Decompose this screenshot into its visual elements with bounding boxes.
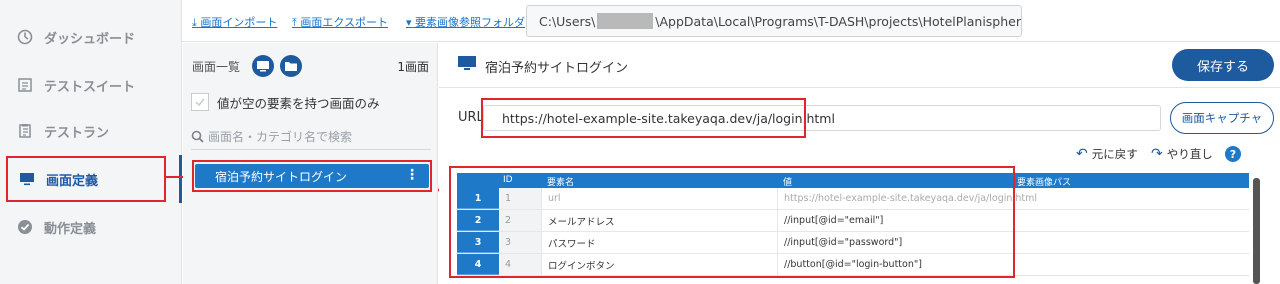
element-name-cell[interactable]: ログインボタン bbox=[541, 254, 777, 275]
nav-item-dashboard[interactable]: ダッシュボード bbox=[6, 14, 166, 60]
element-name-cell[interactable]: url bbox=[541, 188, 777, 209]
screen-count: 1画面 bbox=[397, 60, 429, 74]
table-row[interactable]: 2 2 メールアドレス //input[@id="email"] bbox=[457, 210, 1249, 232]
export-screen-link[interactable]: ⤒ 画面エクスポート bbox=[292, 14, 388, 30]
row-number: 2 bbox=[457, 210, 499, 231]
download-icon: ⤓ bbox=[192, 16, 197, 29]
undo-label: 元に戻す bbox=[1091, 147, 1138, 161]
screen-list-item[interactable]: 宿泊予約サイトログイン ⋮ bbox=[195, 164, 429, 188]
folder-add-icon bbox=[285, 62, 297, 71]
monitor-icon bbox=[18, 170, 36, 188]
top-toolbar: ⤓ 画面インポート ⤒ 画面エクスポート ▾ 要素画像参照フォルダ C:\Use… bbox=[182, 0, 1280, 42]
search-placeholder: 画面名・カテゴリ名で検索 bbox=[208, 130, 353, 144]
screen-list-panel: 画面一覧 1画面 値が空の要素を持つ画面のみ 画面名・カテゴリ名で検索 宿泊予約… bbox=[183, 43, 438, 284]
test-suite-icon bbox=[16, 76, 34, 94]
export-label: 画面エクスポート bbox=[300, 16, 389, 29]
more-vertical-icon[interactable]: ⋮ bbox=[405, 167, 419, 183]
divider bbox=[439, 87, 1280, 88]
column-header-image-path[interactable]: 要素画像パス bbox=[1017, 175, 1071, 188]
nav-item-test-run[interactable]: テストラン bbox=[6, 108, 166, 154]
element-name-cell[interactable]: パスワード bbox=[541, 232, 777, 253]
left-navigation: ダッシュボード テストスイート テストラン 画面定義 動作定義 bbox=[0, 0, 182, 284]
screen-item-label: 宿泊予約サイトログイン bbox=[215, 169, 348, 184]
undo-button[interactable]: ↶ 元に戻す bbox=[1076, 146, 1138, 162]
dashboard-icon bbox=[16, 28, 34, 46]
upload-icon: ⤒ bbox=[292, 16, 297, 29]
url-input[interactable]: https://hotel-example-site.takeyaqa.dev/… bbox=[483, 105, 1161, 131]
add-screen-button[interactable] bbox=[252, 55, 274, 77]
screen-capture-button[interactable]: 画面キャプチャ bbox=[1170, 102, 1274, 134]
element-image-path-cell[interactable] bbox=[1013, 254, 1249, 275]
row-id: 2 bbox=[499, 210, 541, 231]
redacted-username bbox=[597, 13, 654, 29]
row-id: 4 bbox=[499, 254, 541, 275]
empty-value-filter[interactable]: 値が空の要素を持つ画面のみ bbox=[191, 91, 380, 113]
test-run-icon bbox=[16, 122, 34, 140]
element-value-cell[interactable]: https://hotel-example-site.takeyaqa.dev/… bbox=[777, 188, 1037, 209]
table-scrollbar-thumb[interactable] bbox=[1253, 178, 1260, 284]
table-row[interactable]: 4 4 ログインボタン //button[@id="login-button"] bbox=[457, 254, 1249, 276]
screen-editor-panel: 宿泊予約サイトログイン 保存する URL https://hotel-examp… bbox=[439, 43, 1280, 284]
element-value-cell[interactable]: //input[@id="email"] bbox=[777, 210, 1013, 231]
element-image-path-cell[interactable] bbox=[1013, 232, 1249, 253]
column-header-value[interactable]: 値 bbox=[783, 175, 792, 188]
table-row[interactable]: 1 1 url https://hotel-example-site.takey… bbox=[457, 188, 1249, 210]
filter-label: 値が空の要素を持つ画面のみ bbox=[217, 95, 380, 111]
add-folder-button[interactable] bbox=[280, 55, 302, 77]
url-label: URL bbox=[458, 110, 484, 125]
url-value: https://hotel-example-site.takeyaqa.dev/… bbox=[502, 110, 835, 126]
element-name-cell[interactable]: メールアドレス bbox=[541, 210, 777, 231]
monitor-icon bbox=[458, 56, 476, 70]
screen-title: 宿泊予約サイトログイン bbox=[485, 61, 629, 76]
redo-button[interactable]: ↷ やり直し bbox=[1151, 146, 1213, 162]
nav-item-label: テストスイート bbox=[44, 79, 136, 95]
row-number: 4 bbox=[457, 254, 499, 275]
screen-list-title: 画面一覧 bbox=[192, 60, 241, 74]
save-button[interactable]: 保存する bbox=[1172, 49, 1274, 81]
nav-item-screen-definition[interactable]: 画面定義 bbox=[6, 156, 166, 202]
row-number: 3 bbox=[457, 232, 499, 253]
import-label: 画面インポート bbox=[200, 16, 278, 29]
row-number: 1 bbox=[457, 188, 499, 209]
check-icon bbox=[195, 98, 205, 107]
redo-icon: ↷ bbox=[1151, 146, 1163, 162]
nav-item-test-suite[interactable]: テストスイート bbox=[6, 62, 166, 108]
filter-checkbox[interactable] bbox=[191, 93, 209, 111]
row-id: 1 bbox=[499, 188, 541, 209]
row-id: 3 bbox=[499, 232, 541, 253]
redo-label: やり直し bbox=[1166, 147, 1213, 161]
column-header-id[interactable]: ID bbox=[503, 175, 513, 185]
search-icon bbox=[191, 130, 204, 143]
element-image-path-cell[interactable] bbox=[1013, 210, 1249, 231]
table-header: ID 要素名 値 要素画像パス bbox=[457, 173, 1249, 188]
undo-icon: ↶ bbox=[1076, 146, 1088, 162]
nav-item-label: 画面定義 bbox=[46, 173, 99, 189]
folder-label: 要素画像参照フォルダ bbox=[415, 16, 526, 29]
element-value-cell[interactable]: //button[@id="login-button"] bbox=[777, 254, 1013, 275]
element-value-cell[interactable]: //input[@id="password"] bbox=[777, 232, 1013, 253]
path-prefix: C:\Users\ bbox=[539, 13, 596, 29]
import-screen-link[interactable]: ⤓ 画面インポート bbox=[192, 14, 277, 30]
check-circle-icon bbox=[16, 218, 34, 236]
monitor-add-icon bbox=[257, 61, 269, 72]
caret-down-icon: ▾ bbox=[406, 16, 412, 29]
element-table: ID 要素名 値 要素画像パス 1 1 url https://hotel-ex… bbox=[457, 173, 1249, 284]
path-suffix: \AppData\Local\Programs\T-DASH\projects\… bbox=[655, 13, 1021, 29]
nav-item-label: 動作定義 bbox=[44, 221, 97, 237]
nav-item-action-definition[interactable]: 動作定義 bbox=[6, 204, 166, 250]
element-image-folder-link[interactable]: ▾ 要素画像参照フォルダ bbox=[406, 14, 525, 30]
nav-item-label: ダッシュボード bbox=[44, 31, 136, 47]
folder-path-field[interactable]: C:\Users\ \AppData\Local\Programs\T-DASH… bbox=[526, 5, 1022, 37]
nav-item-label: テストラン bbox=[44, 125, 110, 141]
column-header-name[interactable]: 要素名 bbox=[547, 175, 574, 188]
screen-search-input[interactable]: 画面名・カテゴリ名で検索 bbox=[191, 124, 431, 150]
help-icon[interactable]: ? bbox=[1225, 146, 1241, 162]
table-row[interactable]: 3 3 パスワード //input[@id="password"] bbox=[457, 232, 1249, 254]
element-image-path-cell[interactable] bbox=[1013, 188, 1249, 209]
